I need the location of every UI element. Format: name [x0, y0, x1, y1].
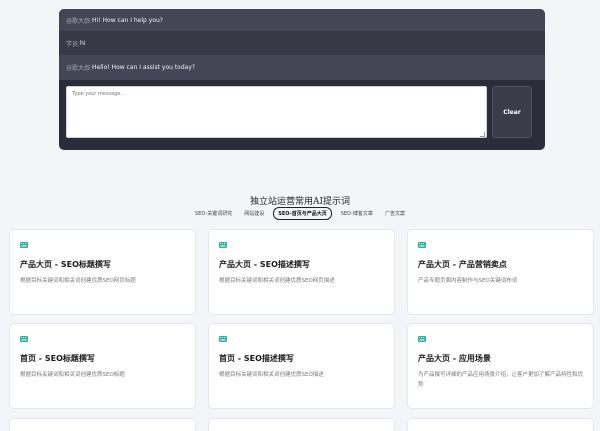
tab-keyword-research[interactable]: SEO-关键词研究: [192, 208, 235, 219]
message-text: Hello! How can I assist you today?: [92, 64, 196, 71]
message-speaker: 谷歌大叔:: [66, 65, 93, 72]
keyboard-icon: [20, 242, 28, 248]
keyboard-icon: [219, 336, 227, 342]
clear-button[interactable]: Clear: [492, 86, 532, 138]
card-description: 为产品撰写详细的产品应用场景介绍，让客户更加了解产品特性和优势: [418, 372, 584, 388]
keyboard-icon: [219, 242, 227, 248]
message-text: hi: [80, 39, 86, 47]
prompt-card[interactable]: [9, 418, 196, 431]
prompt-card[interactable]: 首页 - SEO描述撰写 根据目标关键词和相关词创建优质SEO描述: [208, 323, 395, 409]
keyboard-icon: [418, 336, 426, 342]
message-input[interactable]: [66, 86, 487, 138]
message-text: Hi! How can I help you?: [92, 16, 163, 24]
resize-handle-icon[interactable]: [480, 132, 485, 137]
prompt-card[interactable]: 首页 - SEO标题撰写 根据目标关键词和相关词创建优质SEO标题: [9, 323, 196, 409]
keyboard-icon: [20, 336, 28, 342]
chat-input-row: Clear: [59, 80, 545, 150]
chat-message-user: 学员: hi: [59, 31, 545, 55]
prompt-card[interactable]: [407, 418, 594, 431]
message-speaker: 学员:: [66, 40, 81, 48]
card-description: 根据目标关键词和相关词创建优质SEO描述: [219, 372, 324, 378]
chat-message-ai: 谷歌大叔: Hi! How can I help you?: [59, 9, 545, 31]
keyboard-icon: [418, 242, 426, 248]
prompt-card[interactable]: 产品大页 - SEO标题撰写 根据目标关键词和相关词创建优质SEO网页标题: [9, 229, 196, 315]
card-description: 根据目标关键词和相关词创建优质SEO网页标题: [20, 278, 136, 284]
card-description: 根据目标关键词和相关词创建优质SEO标题: [20, 372, 125, 378]
tab-ad-copy[interactable]: 广告文案: [382, 208, 408, 219]
section-title: 独立站运营常用AI提示词: [249, 197, 351, 207]
chat-panel: 谷歌大叔: Hi! How can I help you? 学员: hi 谷歌大…: [59, 9, 545, 150]
prompt-card[interactable]: 产品大页 - SEO描述撰写 根据目标关键词和相关词创建优质SEO网页描述: [208, 229, 395, 315]
card-description: 产品专题页面内容制作与SEO关键词布词: [418, 278, 518, 284]
card-title: 产品大页 - SEO标题撰写: [20, 260, 111, 269]
prompt-card[interactable]: [208, 418, 395, 431]
message-speaker: 谷歌大叔:: [66, 17, 93, 25]
chat-message-ai: 谷歌大叔: Hello! How can I assist you today?: [59, 55, 545, 80]
tab-blog-article[interactable]: SEO-博客文章: [338, 208, 376, 219]
card-title: 首页 - SEO标题撰写: [20, 354, 95, 363]
card-title: 首页 - SEO描述撰写: [219, 354, 294, 363]
tab-homepage-product[interactable]: SEO-首页与产品大页: [273, 207, 332, 220]
prompt-card[interactable]: 产品大页 - 应用场景 为产品撰写详细的产品应用场景介绍，让客户更加了解产品特性…: [407, 323, 594, 409]
tab-site-building[interactable]: 网站建设: [241, 208, 267, 219]
card-title: 产品大页 - 产品营销卖点: [418, 260, 507, 269]
category-tabs: SEO-关键词研究 网站建设 SEO-首页与产品大页 SEO-博客文章 广告文案: [0, 207, 600, 220]
card-description: 根据目标关键词和相关词创建优质SEO网页描述: [219, 278, 335, 284]
card-title: 产品大页 - 应用场景: [418, 354, 491, 363]
prompt-card[interactable]: 产品大页 - 产品营销卖点 产品专题页面内容制作与SEO关键词布词: [407, 229, 594, 315]
card-title: 产品大页 - SEO描述撰写: [219, 260, 310, 269]
